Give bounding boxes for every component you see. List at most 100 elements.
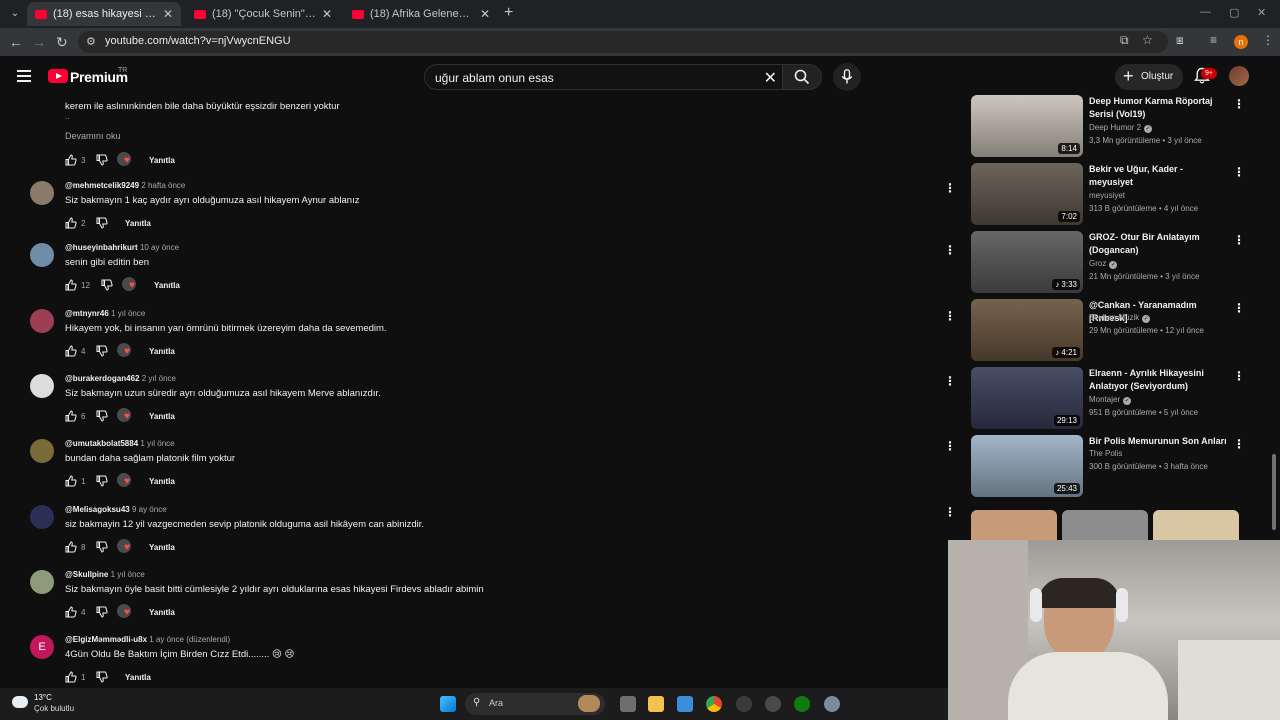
related-video[interactable]: ♪ 3:33 GROZ- Otur Bir Anlatayım (Dogancan)… bbox=[971, 231, 1245, 293]
video-options-kebab-icon[interactable]: ⋮ bbox=[1233, 97, 1245, 111]
taskbar-search-box[interactable]: ⚲ Ara bbox=[465, 693, 605, 715]
search-input[interactable]: uğur ablam onun esas ✕ bbox=[424, 64, 788, 90]
read-more-link[interactable]: Devamını oku bbox=[65, 131, 121, 141]
reply-button[interactable]: Yanıtla bbox=[154, 281, 180, 290]
minimize-icon[interactable]: — bbox=[1200, 6, 1211, 18]
comment-author-handle[interactable]: @huseyinbahrikurt bbox=[65, 243, 138, 252]
tab-search-chevron-icon[interactable]: ⌄ bbox=[6, 5, 24, 23]
like-icon[interactable] bbox=[65, 410, 77, 422]
new-tab-plus-icon[interactable]: + bbox=[504, 5, 513, 21]
hamburger-menu-icon[interactable] bbox=[17, 70, 31, 85]
file-explorer-icon[interactable] bbox=[648, 696, 664, 712]
page-scrollbar[interactable] bbox=[1270, 62, 1278, 532]
video-thumbnail[interactable]: 7:02 bbox=[971, 163, 1083, 225]
weather-condition[interactable]: Çok bulutlu bbox=[34, 704, 74, 713]
extensions-puzzle-icon[interactable]: ⧆ bbox=[1176, 33, 1184, 48]
channel-name[interactable]: Deep Humor 2 ✓ bbox=[1089, 123, 1153, 133]
video-thumbnail[interactable]: ♪ 4:21 bbox=[971, 299, 1083, 361]
channel-name[interactable]: The Polis bbox=[1089, 449, 1122, 458]
related-video[interactable]: 29:13 Elraenn - Ayrılık Hikayesini Anlatı… bbox=[971, 367, 1245, 429]
comment-author-handle[interactable]: @Skullpine bbox=[65, 570, 108, 579]
video-thumbnail-partial[interactable] bbox=[1062, 510, 1148, 540]
related-video[interactable]: ♪ 4:21 @Cankan - Yaranamadım [Rnbesk] Seyha… bbox=[971, 299, 1245, 361]
reply-button[interactable]: Yanıtla bbox=[149, 412, 175, 421]
comment-timestamp[interactable]: 1 yıl önce bbox=[111, 570, 145, 579]
close-tab-icon[interactable]: ✕ bbox=[163, 7, 173, 21]
app-g-icon[interactable] bbox=[736, 696, 752, 712]
comment-author-handle[interactable]: @mtnynr46 bbox=[65, 309, 109, 318]
comment-timestamp[interactable]: 2 yıl önce bbox=[142, 374, 176, 383]
like-icon[interactable] bbox=[65, 345, 77, 357]
reload-icon[interactable]: ↻ bbox=[56, 33, 68, 51]
comment-options-kebab-icon[interactable]: ⋮ bbox=[944, 244, 956, 256]
comment-author-handle[interactable]: @Melisagoksu43 bbox=[65, 505, 130, 514]
reply-button[interactable]: Yanıtla bbox=[149, 477, 175, 486]
dislike-icon[interactable] bbox=[96, 154, 108, 166]
related-video[interactable]: 8:14 Deep Humor Karma Röportaj Serisi (Vo… bbox=[971, 95, 1245, 157]
commenter-avatar[interactable]: E bbox=[30, 635, 54, 659]
channel-name[interactable]: Groz ✓ bbox=[1089, 259, 1118, 269]
channel-name[interactable]: meyusiyet bbox=[1089, 191, 1125, 200]
video-title[interactable]: Bir Polis Memurunun Son Anları bbox=[1089, 435, 1229, 448]
commenter-avatar[interactable] bbox=[30, 505, 54, 529]
browser-tab-3[interactable]: (18) Afrika Geleneksel Hayatı / Hu ✕ bbox=[344, 2, 498, 26]
channel-name[interactable]: Seyhan Müzik ✓ bbox=[1089, 313, 1151, 323]
video-thumbnail-partial[interactable] bbox=[1153, 510, 1239, 540]
reading-list-icon[interactable]: ≡ bbox=[1210, 33, 1217, 47]
video-options-kebab-icon[interactable]: ⋮ bbox=[1233, 437, 1245, 451]
steam-icon[interactable] bbox=[765, 696, 781, 712]
video-thumbnail[interactable]: 29:13 bbox=[971, 367, 1083, 429]
address-bar[interactable]: ⚙ youtube.com/watch?v=njVwycnENGU bbox=[78, 31, 1168, 53]
bookmark-star-icon[interactable]: ☆ bbox=[1142, 33, 1153, 47]
like-icon[interactable] bbox=[65, 541, 77, 553]
cloudy-weather-icon[interactable] bbox=[12, 696, 28, 708]
comment-author-handle[interactable]: @mehmetcelik9249 bbox=[65, 181, 139, 190]
related-video[interactable]: 7:02 Bekir ve Uğur, Kader - meyusiyet meyu… bbox=[971, 163, 1245, 225]
comment-author-handle[interactable]: @burakerdogan462 bbox=[65, 374, 140, 383]
windows-start-icon[interactable] bbox=[440, 696, 456, 712]
reply-button[interactable]: Yanıtla bbox=[125, 219, 151, 228]
video-thumbnail[interactable]: 8:14 bbox=[971, 95, 1083, 157]
commenter-avatar[interactable] bbox=[30, 309, 54, 333]
video-thumbnail[interactable]: 25:43 bbox=[971, 435, 1083, 497]
like-icon[interactable] bbox=[65, 606, 77, 618]
commenter-avatar[interactable] bbox=[30, 374, 54, 398]
video-title[interactable]: Bekir ve Uğur, Kader - meyusiyet bbox=[1089, 163, 1229, 189]
dislike-icon[interactable] bbox=[101, 279, 113, 291]
dislike-icon[interactable] bbox=[96, 671, 108, 683]
xbox-icon[interactable] bbox=[794, 696, 810, 712]
channel-name[interactable]: Montajer ✓ bbox=[1089, 395, 1132, 405]
close-tab-icon[interactable]: ✕ bbox=[480, 7, 490, 21]
video-options-kebab-icon[interactable]: ⋮ bbox=[1233, 301, 1245, 315]
close-tab-icon[interactable]: ✕ bbox=[322, 7, 332, 21]
search-button[interactable] bbox=[782, 64, 822, 90]
comment-options-kebab-icon[interactable]: ⋮ bbox=[944, 375, 956, 387]
close-window-icon[interactable]: ✕ bbox=[1257, 6, 1266, 19]
browser-tab-2[interactable]: (18) "Çocuk Senin" diyerek yıllarca ✕ bbox=[186, 2, 340, 26]
comment-author-handle[interactable]: @ElgizMəmmədli-u8x bbox=[65, 635, 147, 644]
browser-tab-1[interactable]: (18) esas hikayesi uğur abladır. ✕ bbox=[27, 2, 181, 26]
video-title[interactable]: Elraenn - Ayrılık Hikayesini Anlatıyor (… bbox=[1089, 367, 1229, 393]
back-arrow-icon[interactable]: ← bbox=[9, 33, 23, 51]
like-icon[interactable] bbox=[65, 475, 77, 487]
scrollbar-thumb[interactable] bbox=[1272, 454, 1276, 530]
youtube-logo-icon[interactable] bbox=[48, 69, 68, 83]
reply-button[interactable]: Yanıtla bbox=[149, 608, 175, 617]
dislike-icon[interactable] bbox=[96, 541, 108, 553]
video-thumbnail-partial[interactable] bbox=[971, 510, 1057, 540]
dislike-icon[interactable] bbox=[96, 345, 108, 357]
account-avatar[interactable] bbox=[1229, 66, 1249, 86]
forward-arrow-icon[interactable]: → bbox=[32, 33, 46, 51]
settings-gear-icon[interactable] bbox=[824, 696, 840, 712]
related-video[interactable]: 25:43 Bir Polis Memurunun Son Anları The P… bbox=[971, 435, 1245, 497]
comment-timestamp[interactable]: 10 ay önce bbox=[140, 243, 179, 252]
comment-timestamp[interactable]: 1 yıl önce bbox=[140, 439, 174, 448]
microsoft-store-icon[interactable] bbox=[677, 696, 693, 712]
reply-button[interactable]: Yanıtla bbox=[149, 156, 175, 165]
dislike-icon[interactable] bbox=[96, 217, 108, 229]
comment-options-kebab-icon[interactable]: ⋮ bbox=[944, 182, 956, 194]
weather-temperature[interactable]: 13°C bbox=[34, 693, 52, 702]
like-icon[interactable] bbox=[65, 154, 77, 166]
maximize-icon[interactable]: ▢ bbox=[1229, 6, 1239, 19]
commenter-avatar[interactable] bbox=[30, 439, 54, 463]
